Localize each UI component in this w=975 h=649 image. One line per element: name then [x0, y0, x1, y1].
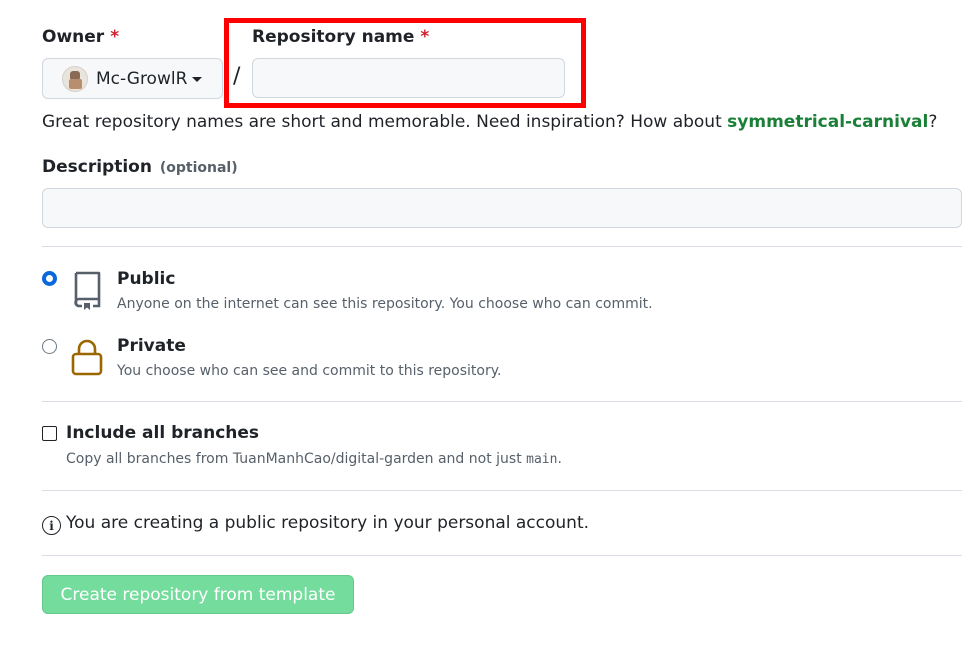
- info-icon: i: [42, 516, 61, 535]
- required-marker: *: [110, 27, 120, 47]
- description-label-text: Description: [42, 157, 152, 177]
- branches-desc-text: Copy all branches from TuanManhCao/digit…: [66, 451, 527, 467]
- private-description: You choose who can see and commit to thi…: [117, 363, 502, 379]
- divider: [42, 490, 962, 491]
- public-description: Anyone on the internet can see this repo…: [117, 296, 653, 312]
- lock-icon: [70, 337, 104, 381]
- optional-tag: (optional): [159, 160, 238, 176]
- highlight-box: [224, 18, 586, 108]
- include-all-branches-label[interactable]: Include all branches: [66, 423, 259, 443]
- create-repository-button[interactable]: Create repository from template: [42, 575, 354, 614]
- caret-down-icon: [192, 77, 203, 82]
- repository-name-hint: Great repository names are short and mem…: [42, 112, 937, 132]
- divider: [42, 555, 962, 556]
- private-title: Private: [117, 336, 186, 356]
- divider: [42, 246, 962, 247]
- public-radio[interactable]: [42, 271, 57, 286]
- include-all-branches-description: Copy all branches from TuanManhCao/digit…: [66, 451, 562, 467]
- owner-label: Owner *: [42, 27, 119, 47]
- repo-icon: [70, 270, 104, 314]
- visibility-notice: You are creating a public repository in …: [66, 513, 590, 533]
- owner-select-button[interactable]: Mc-GrowlR: [42, 58, 223, 99]
- owner-name: Mc-GrowlR: [96, 68, 188, 89]
- default-branch-name: main: [526, 452, 558, 467]
- public-title: Public: [117, 269, 176, 289]
- info-icon-glyph: i: [49, 518, 54, 533]
- private-radio[interactable]: [42, 339, 57, 354]
- hint-suffix: ?: [928, 112, 938, 132]
- avatar: [62, 65, 88, 92]
- description-input[interactable]: [42, 188, 962, 228]
- include-all-branches-checkbox[interactable]: [42, 426, 57, 441]
- hint-text: Great repository names are short and mem…: [42, 112, 728, 132]
- branches-desc-suffix: .: [557, 451, 562, 467]
- suggested-name-link[interactable]: symmetrical-carnival: [727, 112, 928, 132]
- divider: [42, 401, 962, 402]
- description-label: Description (optional): [42, 157, 238, 177]
- owner-label-text: Owner: [42, 27, 105, 47]
